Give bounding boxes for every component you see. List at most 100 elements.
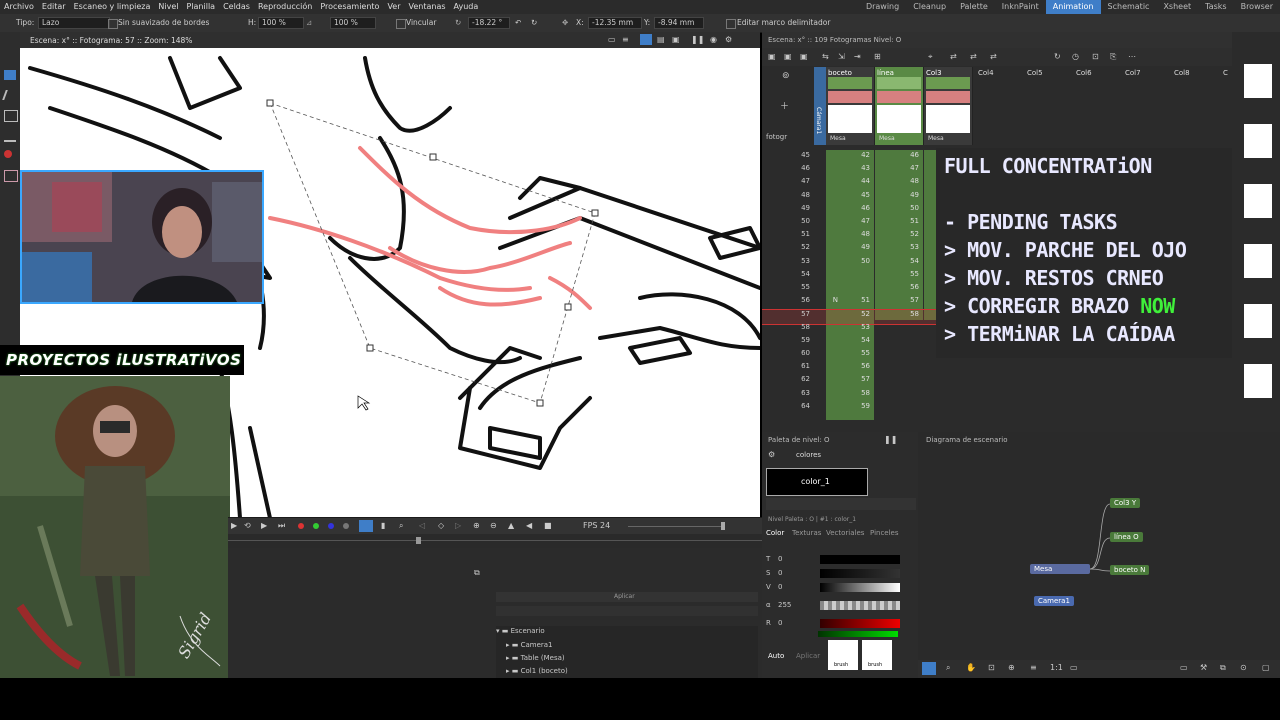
- reverse-icon[interactable]: ⇄: [990, 52, 997, 61]
- strip-thumb[interactable]: [1244, 184, 1272, 218]
- channel-alpha-slider[interactable]: [820, 601, 900, 610]
- cell-boceto[interactable]: 56: [826, 362, 874, 375]
- rotation-field[interactable]: -18.22 °: [468, 17, 510, 29]
- next-frame-icon[interactable]: ▶: [261, 521, 267, 530]
- node-boceto[interactable]: boceto N: [1110, 565, 1150, 575]
- x-position-field[interactable]: -12.35 mm: [588, 17, 642, 29]
- 3d-view-icon[interactable]: ▣: [672, 35, 680, 44]
- cell-linea[interactable]: 58: [875, 310, 923, 323]
- channel-s-slider[interactable]: [820, 569, 900, 578]
- fps-value[interactable]: 24: [600, 521, 610, 530]
- blue-channel-icon[interactable]: [328, 523, 334, 529]
- channel-t-slider[interactable]: [820, 555, 900, 564]
- select-mode-icon[interactable]: [922, 662, 936, 675]
- cell-boceto[interactable]: 52: [826, 310, 874, 323]
- preview-toggle[interactable]: [877, 77, 921, 89]
- menu-celdas[interactable]: Celdas: [219, 0, 254, 14]
- timer-icon[interactable]: ◷: [1072, 52, 1079, 61]
- fps-slider-handle[interactable]: [721, 522, 725, 530]
- tipo-dropdown[interactable]: Lazo: [38, 17, 110, 29]
- cell-linea[interactable]: 51: [875, 217, 923, 230]
- channel-v-value[interactable]: 0: [778, 583, 782, 591]
- tab-pinceles[interactable]: Pinceles: [870, 529, 899, 537]
- cell-linea[interactable]: 53: [875, 243, 923, 256]
- tree-item-camera1[interactable]: ▸ ▬ Camera1: [506, 641, 553, 649]
- reset-icon[interactable]: ↶: [515, 18, 521, 27]
- tab-color[interactable]: Color: [766, 529, 784, 537]
- camera-view-icon[interactable]: [640, 34, 652, 45]
- key-icon[interactable]: ◇: [438, 521, 444, 530]
- eye-icon[interactable]: ◉: [710, 35, 717, 44]
- link-checkbox[interactable]: [396, 19, 406, 29]
- more-icon[interactable]: ⋯: [1128, 52, 1136, 61]
- cell-linea[interactable]: 56: [875, 283, 923, 296]
- channel-alpha-value[interactable]: 255: [778, 601, 791, 609]
- normal-size-icon[interactable]: 1:1: [1050, 663, 1063, 672]
- node-linea[interactable]: línea O: [1110, 532, 1143, 542]
- type-tool-icon[interactable]: [4, 130, 16, 142]
- cell-boceto[interactable]: 43: [826, 164, 874, 177]
- auto-apply-toggle[interactable]: Auto: [768, 652, 784, 660]
- cell-linea[interactable]: 52: [875, 230, 923, 243]
- smooth-checkbox[interactable]: [108, 19, 118, 29]
- tree-item-escenario[interactable]: ▾ ▬ Escenario: [496, 627, 545, 635]
- new-camera-icon[interactable]: ⊙: [1240, 663, 1247, 672]
- column-boceto[interactable]: boceto Mesa: [826, 67, 875, 145]
- channel-r-value[interactable]: 0: [778, 619, 782, 627]
- cell-linea[interactable]: [875, 323, 923, 336]
- column-linea[interactable]: línea Mesa: [875, 67, 924, 145]
- cell-linea[interactable]: [875, 375, 923, 388]
- cell-linea[interactable]: 55: [875, 270, 923, 283]
- frame-slider-handle[interactable]: [416, 537, 421, 544]
- freeze-icon[interactable]: ❚❚: [691, 35, 704, 44]
- strip-thumb[interactable]: [1244, 124, 1272, 158]
- column-col5[interactable]: Col5: [1027, 69, 1043, 77]
- column-col6[interactable]: Col6: [1076, 69, 1092, 77]
- fit-window-icon[interactable]: ⊡: [988, 663, 995, 672]
- paint-brush-tool-icon[interactable]: [4, 170, 18, 182]
- flip-icon[interactable]: ▲: [508, 521, 514, 530]
- cell-boceto[interactable]: 55: [826, 349, 874, 362]
- y-position-field[interactable]: -8.94 mm: [654, 17, 704, 29]
- toggle-node-icons-icon[interactable]: ▭: [1180, 663, 1188, 672]
- room-tab-browser[interactable]: Browser: [1234, 0, 1280, 14]
- channel-s-value[interactable]: 0: [778, 569, 782, 577]
- column-col7[interactable]: Col7: [1125, 69, 1141, 77]
- channel-g-slider[interactable]: [818, 631, 898, 637]
- room-tab-tasks[interactable]: Tasks: [1198, 0, 1233, 14]
- cell-boceto[interactable]: 48: [826, 230, 874, 243]
- channel-v-slider[interactable]: [820, 583, 900, 592]
- toggle-fx-stage-icon[interactable]: ▢: [1262, 663, 1270, 672]
- key-frame-icon[interactable]: ⌖: [928, 52, 933, 62]
- reorder-icon[interactable]: ≡: [1030, 663, 1037, 672]
- green-channel-icon[interactable]: [313, 523, 319, 529]
- refresh-icon[interactable]: ↻: [531, 18, 537, 27]
- cell-linea[interactable]: [875, 389, 923, 402]
- reset-view-icon[interactable]: ◀: [526, 521, 532, 530]
- fill-tool-icon[interactable]: [4, 150, 12, 158]
- cell-linea[interactable]: [875, 336, 923, 349]
- cell-linea[interactable]: 54: [875, 257, 923, 270]
- strip-thumb[interactable]: [1244, 64, 1272, 98]
- strip-thumb[interactable]: [1244, 364, 1272, 398]
- frame-zoom-label[interactable]: fotogr: [766, 133, 787, 141]
- new-toonz-icon[interactable]: ▣: [800, 52, 808, 61]
- camstand-toggle[interactable]: [877, 91, 921, 103]
- cell-linea[interactable]: 46: [875, 151, 923, 164]
- column-col4[interactable]: Col4: [978, 69, 994, 77]
- menu-ver[interactable]: Ver: [383, 0, 404, 14]
- alpha-channel-icon[interactable]: [343, 523, 349, 529]
- new-fx-icon[interactable]: ⚒: [1200, 663, 1207, 672]
- room-tab-schematic[interactable]: Schematic: [1101, 0, 1157, 14]
- new-output-icon[interactable]: ⧉: [1220, 663, 1226, 673]
- cell-linea[interactable]: 57: [875, 296, 923, 309]
- cell-boceto[interactable]: 51: [826, 296, 874, 309]
- cell-boceto[interactable]: 59: [826, 402, 874, 415]
- table-view-icon[interactable]: ▤: [657, 35, 665, 44]
- cell-linea[interactable]: 49: [875, 191, 923, 204]
- strip-thumb[interactable]: [1244, 304, 1272, 338]
- xsheet-row[interactable]: 61 56: [762, 362, 1232, 375]
- tab-vectoriales[interactable]: Vectoriales: [826, 529, 864, 537]
- column-col8[interactable]: Col8: [1174, 69, 1190, 77]
- panel-icon[interactable]: ⧉: [474, 568, 480, 578]
